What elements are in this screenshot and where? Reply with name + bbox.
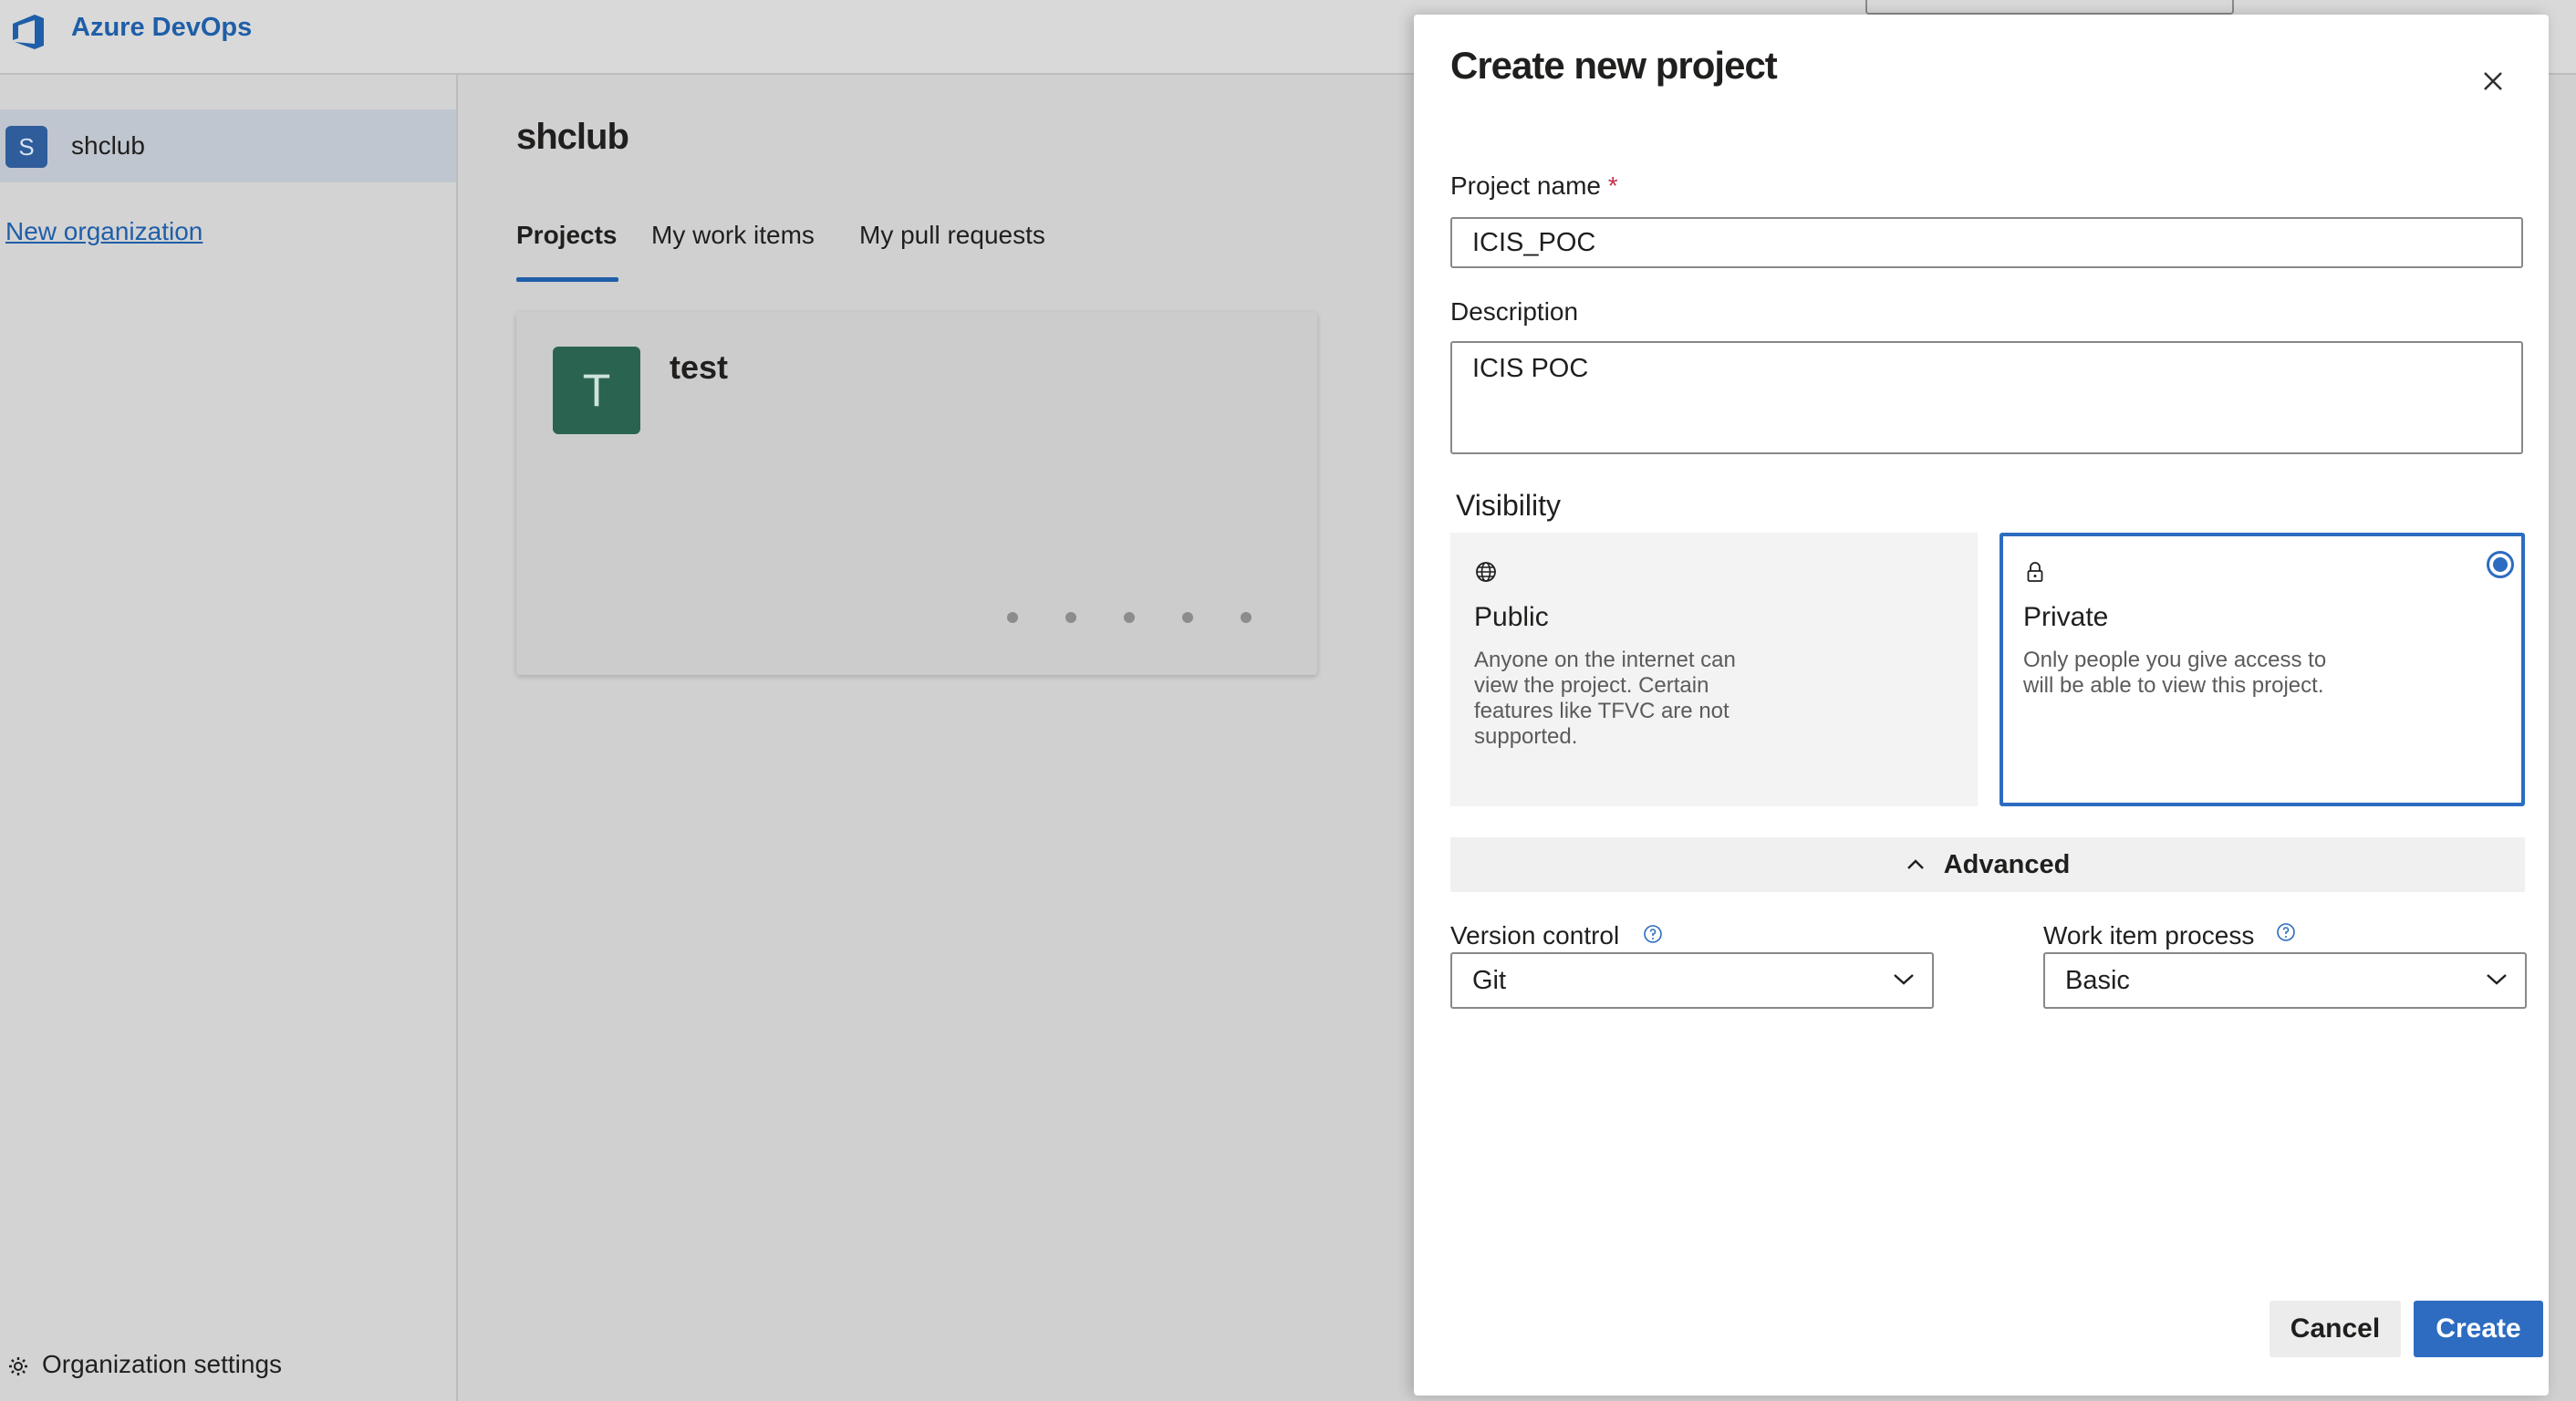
dialog-title: Create new project (1450, 44, 1778, 87)
visibility-option-private[interactable]: Private Only people you give access to w… (2000, 533, 2525, 806)
loading-dot (1182, 612, 1193, 623)
version-control-label: Version control (1450, 921, 1620, 950)
description-label: Description (1450, 297, 1579, 326)
advanced-toggle[interactable]: Advanced (1450, 837, 2525, 892)
azure-devops-logo-icon[interactable] (7, 11, 49, 53)
loading-dot (1007, 612, 1018, 623)
private-description: Only people you give access to will be a… (2023, 648, 2327, 698)
page-title: shclub (516, 117, 629, 157)
close-icon[interactable] (2479, 67, 2507, 95)
visibility-label: Visibility (1456, 489, 1561, 522)
version-control-select[interactable]: Git (1450, 952, 1934, 1009)
organization-settings-label: Organization settings (42, 1350, 283, 1378)
project-name-label: Project name * (1450, 171, 1618, 201)
chevron-up-icon (1906, 859, 1924, 870)
project-card[interactable]: T test (516, 312, 1317, 675)
private-title: Private (2023, 602, 2109, 632)
new-organization-link[interactable]: New organization (5, 217, 203, 246)
project-name[interactable]: test (670, 348, 728, 387)
top-search-box[interactable] (1865, 0, 2234, 15)
sidebar: S shclub New organization Organization s… (0, 75, 458, 1401)
project-name-input[interactable]: ICIS_POC (1450, 217, 2523, 268)
active-tab-indicator (516, 277, 618, 282)
loading-dot (1241, 612, 1252, 623)
tab-my-pull-requests[interactable]: My pull requests (859, 221, 1045, 250)
version-control-value: Git (1472, 966, 1507, 995)
loading-dot (1065, 612, 1076, 623)
work-item-process-value: Basic (2065, 966, 2130, 995)
project-avatar: T (553, 347, 640, 434)
lock-icon (2027, 562, 2043, 582)
loading-dot (1124, 612, 1135, 623)
chevron-down-icon (2487, 974, 2507, 985)
organization-settings-link[interactable]: Organization settings (7, 1350, 282, 1379)
work-item-process-label: Work item process (2043, 921, 2255, 950)
tab-projects[interactable]: Projects (516, 221, 618, 250)
work-item-process-select[interactable]: Basic (2043, 952, 2527, 1009)
project-name-label-text: Project name (1450, 171, 1601, 200)
public-title: Public (1474, 602, 1549, 632)
create-button[interactable]: Create (2414, 1301, 2543, 1357)
visibility-option-public[interactable]: Public Anyone on the internet can view t… (1450, 533, 1978, 806)
help-icon[interactable] (1642, 923, 1664, 945)
sidebar-item-org[interactable]: S shclub (0, 109, 456, 182)
cancel-button[interactable]: Cancel (2270, 1301, 2401, 1357)
public-description: Anyone on the internet can view the proj… (1474, 648, 1736, 749)
required-mark: * (1607, 171, 1618, 200)
brand-name[interactable]: Azure DevOps (71, 13, 252, 43)
chevron-down-icon (1894, 974, 1914, 985)
loading-dots (1007, 611, 1299, 628)
description-input[interactable]: ICIS POC (1450, 341, 2523, 454)
help-icon[interactable] (2275, 921, 2297, 943)
create-project-dialog: Create new project Project name * ICIS_P… (1414, 15, 2549, 1396)
advanced-label: Advanced (1943, 850, 2071, 879)
org-name: shclub (71, 131, 145, 160)
org-avatar: S (5, 126, 47, 168)
globe-icon (1476, 562, 1496, 582)
tab-my-work-items[interactable]: My work items (651, 221, 815, 250)
gear-icon (9, 1356, 27, 1375)
private-radio-selected[interactable] (2487, 551, 2514, 578)
